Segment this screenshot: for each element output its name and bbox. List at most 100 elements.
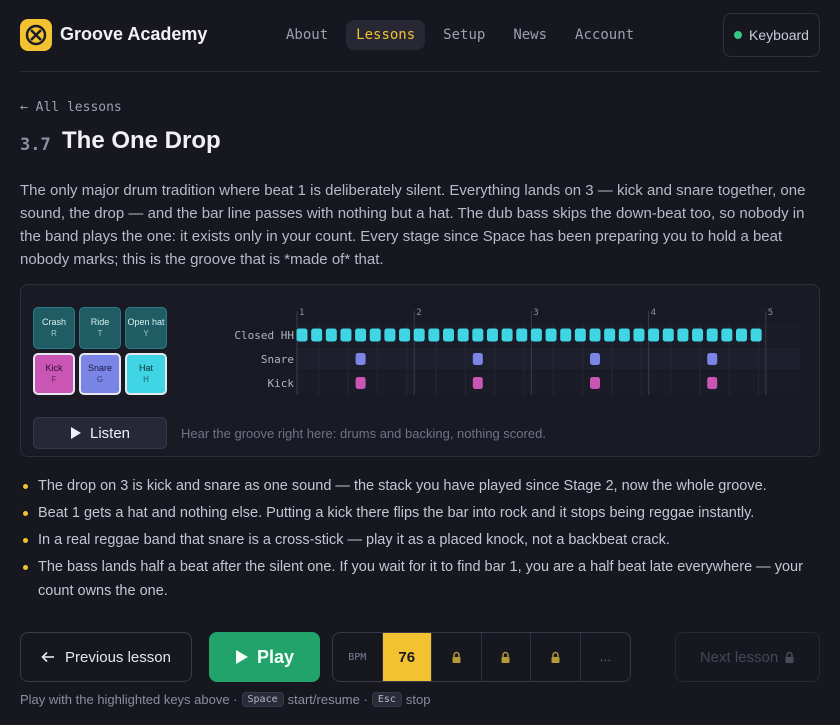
pad-snare[interactable]: Snare G bbox=[79, 353, 121, 395]
arrow-left-icon bbox=[41, 651, 55, 663]
connected-status-dot bbox=[734, 31, 743, 39]
note-hit bbox=[590, 353, 600, 365]
pad-key: G bbox=[96, 375, 104, 384]
note-hit bbox=[648, 328, 660, 342]
note-hit bbox=[325, 328, 337, 342]
page-title: The One Drop bbox=[62, 127, 221, 154]
note-hit bbox=[516, 328, 528, 342]
note-hit bbox=[486, 328, 498, 342]
logo-icon[interactable] bbox=[20, 19, 52, 51]
lesson-number: 3.7 bbox=[20, 135, 51, 155]
previous-lesson-button[interactable]: Previous lesson bbox=[20, 632, 192, 682]
note-hit bbox=[311, 328, 323, 342]
list-item: Beat 1 gets a hat and nothing else. Putt… bbox=[20, 501, 820, 525]
space-key: Space bbox=[241, 692, 284, 707]
nav-setup[interactable]: Setup bbox=[433, 20, 495, 50]
note-hit bbox=[428, 328, 440, 342]
note-hit bbox=[707, 353, 718, 365]
hint-text: start/resume · bbox=[287, 692, 368, 707]
note-hit bbox=[413, 328, 425, 342]
note-hit bbox=[355, 353, 366, 365]
note-hit bbox=[545, 328, 557, 342]
pad-crash[interactable]: Crash R bbox=[33, 307, 75, 349]
pad-hat[interactable]: Hat H bbox=[125, 353, 167, 395]
note-hit bbox=[590, 377, 600, 389]
keyboard-label: Keyboard bbox=[749, 27, 809, 43]
note-hit bbox=[604, 328, 616, 342]
list-item: In a real reggae band that snare is a cr… bbox=[20, 528, 820, 552]
note-hit bbox=[384, 328, 396, 342]
next-lesson-button[interactable]: Next lesson bbox=[675, 632, 820, 682]
tip-text: The bass lands half a beat after the sil… bbox=[38, 559, 803, 599]
keyboard-button[interactable]: Keyboard bbox=[723, 13, 820, 57]
note-hit bbox=[296, 328, 308, 342]
grid-row-bg bbox=[296, 348, 800, 370]
play-button[interactable]: Play bbox=[209, 632, 320, 682]
pad-label: Snare bbox=[87, 363, 113, 373]
grid-row-bg bbox=[296, 372, 800, 394]
more-tempos-button[interactable]: … bbox=[581, 633, 630, 681]
pad-key: T bbox=[97, 329, 103, 338]
note-hit bbox=[677, 328, 689, 342]
note-hit bbox=[472, 353, 483, 365]
lock-icon bbox=[551, 651, 560, 663]
note-hit bbox=[692, 328, 704, 342]
pad-ride[interactable]: Ride T bbox=[79, 307, 121, 349]
listen-label: Listen bbox=[89, 424, 131, 442]
listen-button[interactable]: Listen bbox=[33, 417, 167, 449]
note-hit bbox=[589, 328, 601, 342]
note-hit bbox=[501, 328, 513, 342]
pad-key: Y bbox=[143, 329, 149, 338]
bpm-option-active[interactable]: 76 bbox=[382, 633, 432, 681]
note-hit bbox=[340, 328, 352, 342]
lock-icon bbox=[452, 651, 461, 663]
main-nav: About Lessons Setup News Account bbox=[276, 20, 644, 50]
hint-text: Play with the highlighted keys above · bbox=[20, 692, 238, 707]
note-hit bbox=[472, 328, 484, 342]
groove-grid: 1 2 3 4 5 Closed HH Snare Kick bbox=[234, 308, 800, 395]
note-hit bbox=[707, 377, 718, 389]
next-lesson-label: Next lesson bbox=[699, 648, 779, 666]
keyboard-hint: Play with the highlighted keys above · S… bbox=[20, 692, 430, 707]
pad-label: Kick bbox=[45, 363, 63, 373]
note-hit bbox=[443, 328, 454, 342]
pad-label: Ride bbox=[90, 317, 110, 327]
note-hit bbox=[399, 328, 411, 342]
nav-lessons[interactable]: Lessons bbox=[346, 20, 426, 50]
bpm-option-locked[interactable] bbox=[432, 633, 482, 681]
bpm-option-locked[interactable] bbox=[531, 633, 581, 681]
bullet-dot bbox=[23, 511, 28, 516]
nav-account[interactable]: Account bbox=[565, 20, 644, 50]
note-hit bbox=[736, 328, 747, 342]
bpm-label: BPM bbox=[348, 651, 367, 663]
list-item: The bass lands half a beat after the sil… bbox=[20, 555, 820, 603]
row-label: Closed HH bbox=[234, 329, 294, 342]
nav-about[interactable]: About bbox=[276, 20, 338, 50]
pad-open-hat[interactable]: Open hat Y bbox=[125, 307, 167, 349]
pad-kick[interactable]: Kick F bbox=[33, 353, 75, 395]
tip-text: Beat 1 gets a hat and nothing else. Putt… bbox=[38, 505, 755, 521]
pad-key: F bbox=[51, 375, 57, 384]
brand-name[interactable]: Groove Academy bbox=[60, 24, 207, 45]
note-hit bbox=[560, 328, 572, 342]
bpm-option-locked[interactable] bbox=[482, 633, 531, 681]
tempo-selector: BPM 76 … bbox=[332, 632, 631, 682]
hint-text: stop bbox=[405, 692, 431, 707]
app-header: Groove Academy About Lessons Setup News … bbox=[0, 0, 840, 72]
bullet-dot bbox=[23, 484, 28, 489]
list-item: The drop on 3 is kick and snare as one s… bbox=[20, 474, 820, 498]
back-to-lessons-link[interactable]: ← All lessons bbox=[20, 100, 122, 115]
note-hit bbox=[662, 328, 674, 342]
previous-lesson-label: Previous lesson bbox=[65, 648, 171, 666]
lesson-intro: The only major drum tradition where beat… bbox=[20, 182, 806, 268]
note-hit bbox=[721, 328, 733, 342]
note-hit bbox=[369, 328, 381, 342]
note-hit bbox=[574, 328, 586, 342]
pad-label: Crash bbox=[41, 317, 66, 327]
header-divider bbox=[20, 71, 820, 72]
nav-news[interactable]: News bbox=[503, 20, 557, 50]
listen-note: Hear the groove right here: drums and ba… bbox=[181, 426, 546, 441]
row-label: Snare bbox=[261, 353, 294, 366]
beat-number: 2 bbox=[416, 308, 421, 318]
note-hit bbox=[355, 377, 366, 389]
